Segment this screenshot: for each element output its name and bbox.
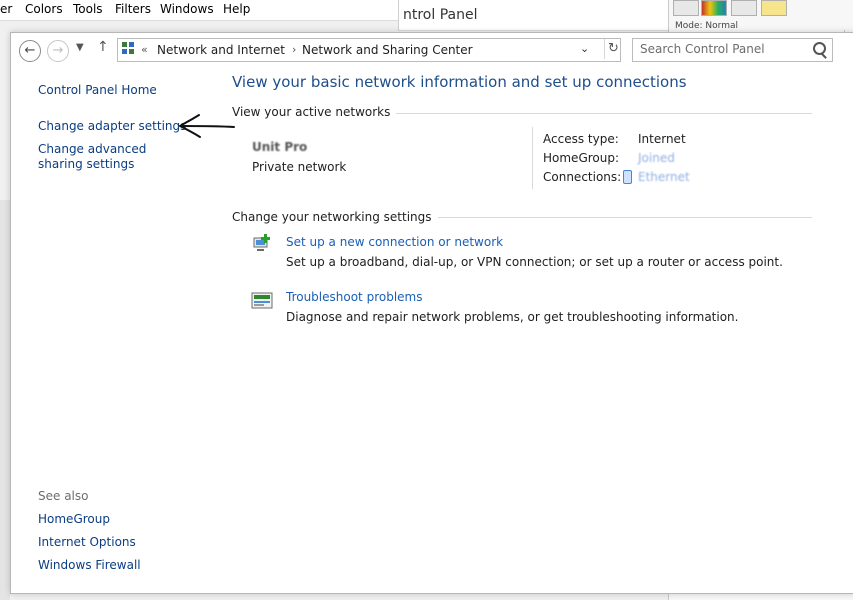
breadcrumb-overflow[interactable]: « (141, 43, 148, 56)
menu-item-file-partial[interactable]: er (0, 2, 12, 16)
mode-label: Mode: Normal (675, 21, 738, 31)
search-icon[interactable] (813, 42, 826, 55)
refresh-button[interactable]: ↻ (604, 39, 621, 59)
network-sharing-center-window: ← → ▼ ↑ « Network and Internet › Network… (10, 32, 853, 594)
change-adapter-settings-link[interactable]: Change adapter settings (38, 119, 186, 133)
background-window-title: ntrol Panel (403, 7, 478, 23)
cross-tool-icon[interactable] (731, 0, 757, 16)
highlight-icon[interactable] (761, 0, 787, 16)
control-panel-home-link[interactable]: Control Panel Home (38, 83, 157, 97)
homegroup-link[interactable]: HomeGroup (38, 512, 110, 526)
tool-icon[interactable] (673, 0, 699, 16)
search-input[interactable] (633, 39, 810, 59)
change-advanced-sharing-settings-link[interactable]: Change advanced sharing settings (38, 142, 188, 172)
address-dropdown-icon[interactable]: ⌄ (580, 42, 589, 55)
annotation-arrow-icon (179, 114, 235, 138)
homegroup-label: HomeGroup: (543, 151, 620, 165)
breadcrumb-network-and-internet[interactable]: Network and Internet (157, 43, 285, 57)
breadcrumb-network-sharing-center[interactable]: Network and Sharing Center (302, 43, 473, 57)
control-panel-icon (122, 42, 136, 56)
menu-item-help[interactable]: Help (223, 2, 250, 16)
troubleshoot-icon (251, 292, 273, 309)
network-name: Unit Pro (252, 140, 308, 154)
forward-arrow-icon[interactable]: → (47, 40, 69, 62)
menu-item-tools[interactable]: Tools (73, 2, 103, 16)
see-also-heading: See also (38, 489, 89, 503)
windows-firewall-link[interactable]: Windows Firewall (38, 558, 141, 572)
homegroup-status-link[interactable]: Joined (638, 151, 675, 165)
internet-options-link[interactable]: Internet Options (38, 535, 136, 549)
refresh-icon: ↻ (608, 41, 619, 56)
up-arrow-icon[interactable]: ↑ (97, 39, 109, 55)
network-type: Private network (252, 160, 347, 174)
change-settings-heading: Change your networking settings (232, 210, 438, 224)
troubleshoot-problems-link[interactable]: Troubleshoot problems (286, 290, 422, 304)
active-networks-heading: View your active networks (232, 105, 397, 119)
background-menubar: er Colors Tools Filters Windows Help (0, 0, 400, 21)
access-type-value: Internet (638, 132, 686, 146)
background-strip (0, 200, 10, 600)
back-arrow-icon[interactable]: ← (19, 40, 41, 62)
menu-item-filters[interactable]: Filters (115, 2, 151, 16)
breadcrumb-separator-icon: › (292, 43, 297, 56)
access-type-label: Access type: (543, 132, 619, 146)
ethernet-icon (623, 170, 632, 184)
navigation-bar: ← → ▼ ↑ « Network and Internet › Network… (11, 33, 853, 67)
recent-locations-chevron-icon[interactable]: ▼ (76, 42, 84, 53)
setup-new-connection-description: Set up a broadband, dial-up, or VPN conn… (286, 255, 783, 269)
connections-label: Connections: (543, 170, 622, 184)
page-title: View your basic network information and … (232, 73, 687, 91)
menu-item-colors[interactable]: Colors (25, 2, 63, 16)
troubleshoot-problems-description: Diagnose and repair network problems, or… (286, 310, 739, 324)
network-info-divider (532, 127, 533, 189)
setup-new-connection-link[interactable]: Set up a new connection or network (286, 235, 503, 249)
menu-item-windows[interactable]: Windows (160, 2, 214, 16)
ethernet-connection-link[interactable]: Ethernet (638, 170, 690, 184)
search-box (632, 38, 833, 62)
background-control-panel-window: ntrol Panel (398, 0, 669, 31)
palette-icon[interactable] (701, 0, 727, 16)
new-connection-icon (253, 234, 270, 251)
address-bar[interactable]: « Network and Internet › Network and Sha… (117, 38, 621, 62)
